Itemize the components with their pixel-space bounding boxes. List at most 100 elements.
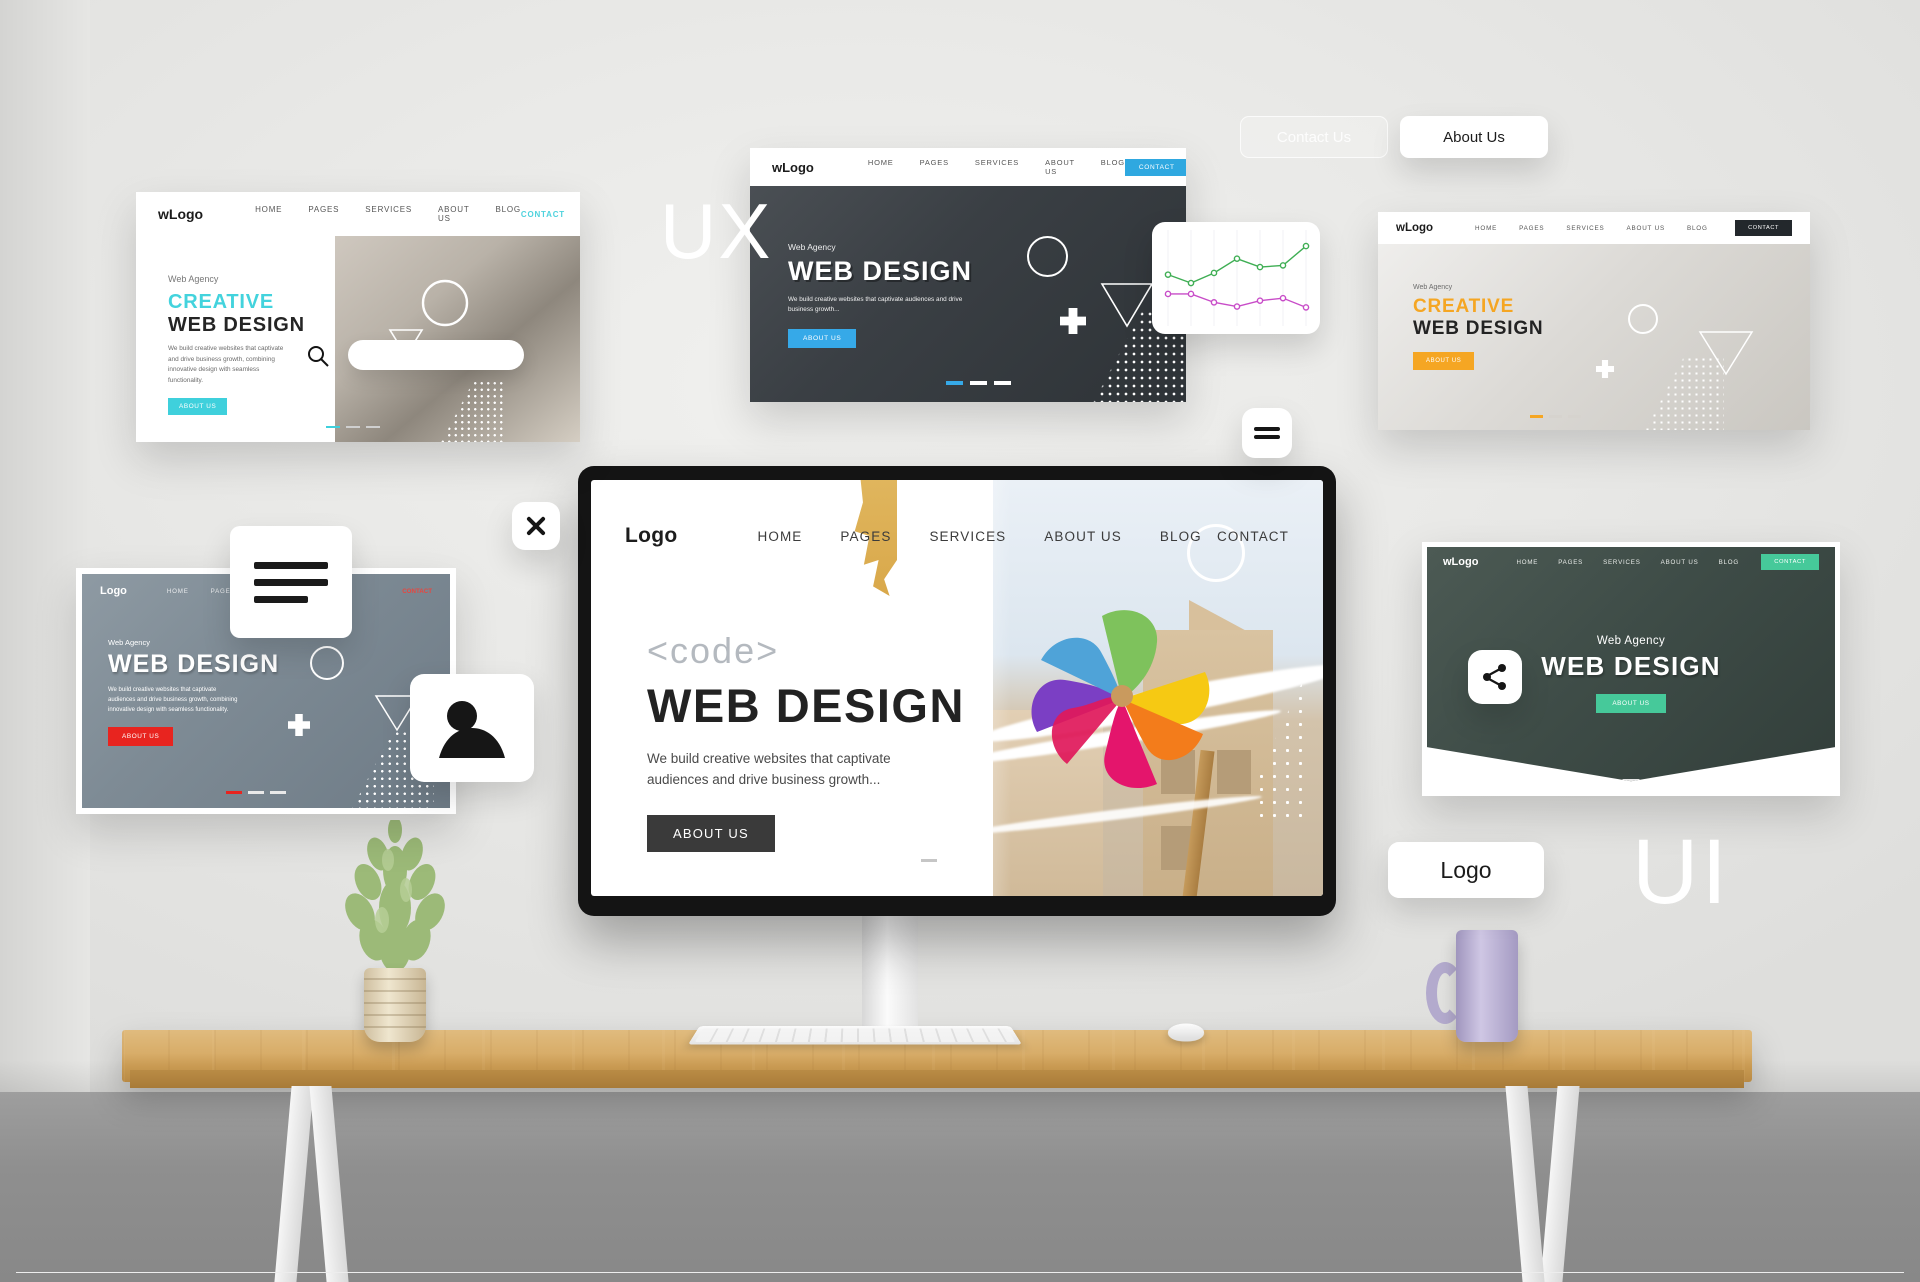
card2-hero: Web Agency WEB DESIGN We build creative … [750, 186, 1186, 402]
screen-headline: WEB DESIGN [647, 679, 965, 732]
card1-slider-dots[interactable] [326, 425, 380, 428]
card3-title-accent: CREATIVE [1413, 296, 1515, 317]
contact-us-button[interactable]: Contact Us [1240, 116, 1388, 158]
card2-nav-pages[interactable]: PAGES [920, 158, 949, 176]
screen-navbar: Logo HOME PAGES SERVICES ABOUT US BLOG C… [591, 524, 1323, 548]
card5-nav-home[interactable]: HOME [1516, 559, 1538, 566]
monitor-screen[interactable]: Logo HOME PAGES SERVICES ABOUT US BLOG C… [591, 480, 1323, 896]
card5-about-us-button[interactable]: ABOUT US [1596, 694, 1666, 713]
card4-cross-accent [288, 714, 310, 736]
nav-item-home[interactable]: HOME [758, 529, 803, 544]
card4-slider-dots[interactable] [226, 791, 286, 794]
card1-nav-services[interactable]: SERVICES [365, 205, 412, 223]
card1-nav-blog[interactable]: BLOG [495, 205, 520, 223]
line-chart [1164, 230, 1310, 326]
screen-code-tag: <code> [647, 630, 780, 671]
nav-item-blog[interactable]: BLOG [1160, 529, 1202, 544]
card3-nav-pages[interactable]: PAGES [1519, 225, 1544, 232]
card4-logo[interactable]: Logo [100, 585, 127, 597]
screen-paragraph: We build creative websites that captivat… [647, 751, 891, 787]
share-icon [1483, 664, 1506, 690]
card5-nav-blog[interactable]: BLOG [1719, 559, 1739, 566]
desk-front-edge [130, 1070, 1744, 1088]
card2-title: WEB DESIGN [788, 256, 973, 286]
list-lines-card[interactable] [230, 526, 352, 638]
card3-nav-home[interactable]: HOME [1475, 225, 1497, 232]
card1-title-accent: CREATIVE [168, 291, 275, 313]
hamburger-menu-button[interactable] [1242, 408, 1292, 458]
card5-contact-button[interactable]: CONTACT [1761, 554, 1819, 570]
card2-navbar: wLogo HOME PAGES SERVICES ABOUT US BLOG … [750, 148, 1186, 186]
card3-nav-about[interactable]: ABOUT US [1627, 225, 1665, 232]
about-us-button[interactable]: About Us [1400, 116, 1548, 158]
card1-nav-home[interactable]: HOME [255, 205, 282, 223]
card1-paragraph: We build creative websites that captivat… [168, 345, 284, 384]
card1-logo[interactable]: wLogo [158, 206, 203, 222]
card1-nav-about[interactable]: ABOUT US [438, 205, 469, 223]
card2-logo[interactable]: wLogo [772, 160, 814, 175]
card2-about-us-button[interactable]: ABOUT US [788, 328, 857, 348]
card4-circle-accent [310, 646, 344, 680]
potted-plant [330, 817, 460, 1042]
card4-paragraph: We build creative websites that captivat… [108, 687, 238, 713]
nav-item-about-us[interactable]: ABOUT US [1044, 529, 1122, 544]
card2-nav-home[interactable]: HOME [868, 158, 894, 176]
card1-menu: HOME PAGES SERVICES ABOUT US BLOG [255, 205, 521, 223]
card3-text: Web Agency CREATIVE WEB DESIGN ABOUT US [1413, 284, 1543, 370]
card2-nav-about[interactable]: ABOUT US [1045, 158, 1075, 176]
plant-pot [364, 968, 426, 1042]
nav-item-services[interactable]: SERVICES [929, 529, 1006, 544]
search-icon[interactable] [306, 344, 330, 368]
mockup-card-dark-blue[interactable]: wLogo HOME PAGES SERVICES ABOUT US BLOG … [750, 148, 1186, 402]
card3-title: WEB DESIGN [1413, 318, 1544, 339]
card1-navbar: wLogo HOME PAGES SERVICES ABOUT US BLOG … [136, 192, 580, 236]
mockup-card-orange[interactable]: wLogo HOME PAGES SERVICES ABOUT US BLOG … [1378, 212, 1810, 430]
card5-nav-pages[interactable]: PAGES [1558, 559, 1583, 566]
plant-foliage-icon [345, 817, 445, 972]
share-button[interactable] [1468, 650, 1522, 704]
close-button[interactable] [512, 502, 560, 550]
card5-logo[interactable]: wLogo [1443, 556, 1478, 568]
screen-about-us-button[interactable]: ABOUT US [647, 814, 775, 852]
card5-nav-services[interactable]: SERVICES [1603, 559, 1641, 566]
card3-nav-services[interactable]: SERVICES [1566, 225, 1604, 232]
image-placeholder-icon [439, 701, 505, 758]
card2-contact-button[interactable]: CONTACT [1124, 158, 1186, 176]
card2-slider-dots[interactable] [946, 381, 1011, 385]
nav-item-contact[interactable]: CONTACT [1217, 529, 1289, 544]
mouse[interactable] [1166, 1023, 1206, 1042]
list-line-2 [254, 578, 328, 586]
card2-nav-services[interactable]: SERVICES [975, 158, 1019, 176]
card1-title: WEB DESIGN [168, 314, 305, 336]
nav-item-pages[interactable]: PAGES [840, 529, 891, 544]
hamburger-menu-icon [1254, 423, 1280, 443]
card5-kicker: Web Agency [1596, 635, 1666, 647]
card3-contact-button[interactable]: CONTACT [1735, 220, 1792, 236]
screen-slider-dots[interactable] [921, 859, 937, 862]
keyboard[interactable] [688, 1026, 1022, 1045]
card1-contact[interactable]: CONTACT [521, 210, 565, 219]
card1-about-us-button[interactable]: ABOUT US [168, 398, 228, 416]
card4-about-us-button[interactable]: ABOUT US [108, 726, 174, 746]
logo-chip[interactable]: Logo [1388, 842, 1544, 898]
card4-nav-home[interactable]: HOME [167, 588, 189, 595]
card2-text: Web Agency WEB DESIGN We build creative … [788, 242, 988, 348]
line-chart-widget[interactable] [1152, 222, 1320, 334]
card4-contact[interactable]: CONTACT [402, 588, 432, 595]
card3-slider-dots[interactable] [1530, 415, 1581, 418]
card3-logo[interactable]: wLogo [1396, 222, 1433, 234]
image-placeholder-card[interactable] [410, 674, 534, 782]
card3-menu: HOME PAGES SERVICES ABOUT US BLOG [1475, 225, 1708, 232]
search-input[interactable] [348, 340, 524, 370]
card1-hero: Web Agency CREATIVE WEB DESIGN We build … [136, 236, 580, 442]
mockup-card-cyan[interactable]: wLogo HOME PAGES SERVICES ABOUT US BLOG … [136, 192, 580, 442]
weather-divider [16, 1272, 1904, 1273]
card3-about-us-button[interactable]: ABOUT US [1413, 352, 1475, 370]
card2-nav-blog[interactable]: BLOG [1101, 158, 1125, 176]
card5-nav-about[interactable]: ABOUT US [1661, 559, 1699, 566]
card1-nav-pages[interactable]: PAGES [308, 205, 339, 223]
screen-logo[interactable]: Logo [625, 524, 678, 548]
pinwheel-graphic [1031, 610, 1210, 789]
card5-slider-dots[interactable] [1598, 779, 1664, 782]
card3-nav-blog[interactable]: BLOG [1687, 225, 1708, 232]
